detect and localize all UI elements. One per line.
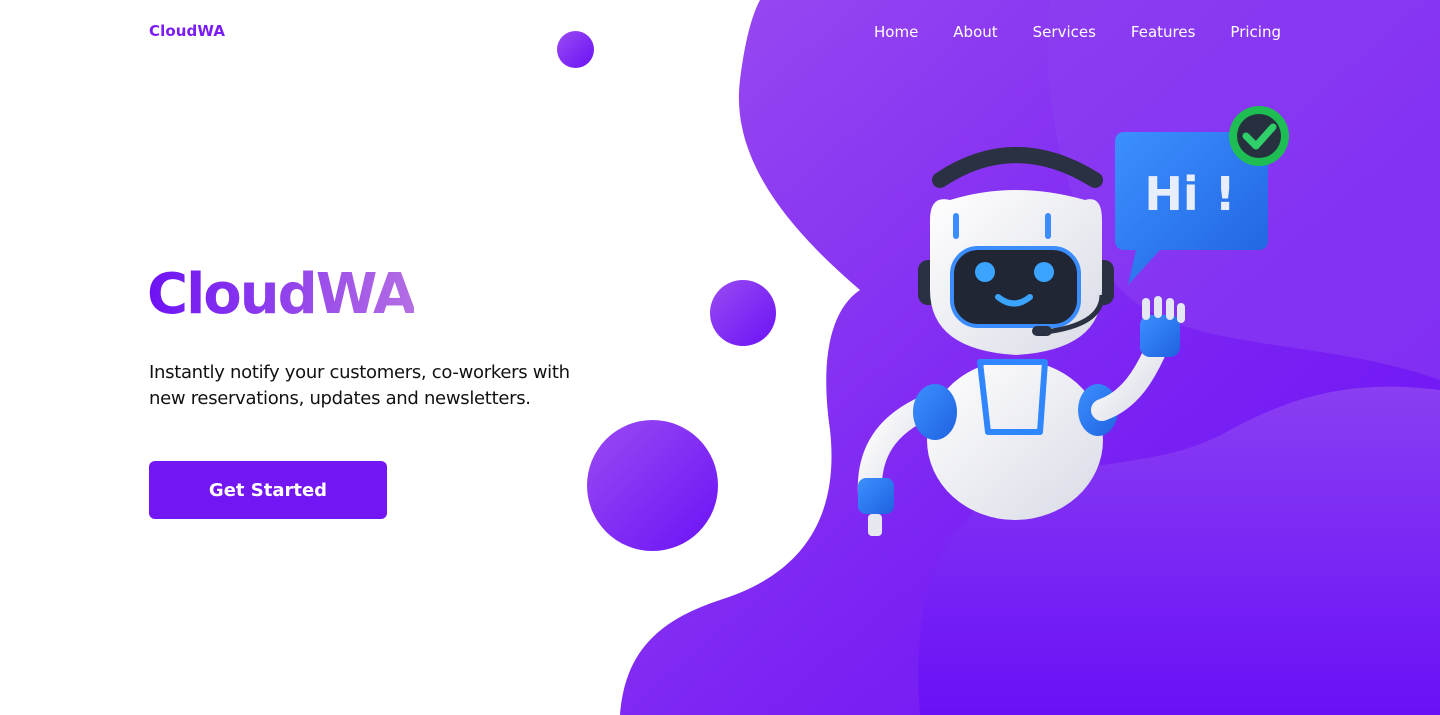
decor-circle-large <box>587 420 718 551</box>
main-nav: Home About Services Features Pricing <box>874 22 1281 42</box>
nav-features[interactable]: Features <box>1131 22 1196 42</box>
decor-circle-small <box>557 31 594 68</box>
nav-home[interactable]: Home <box>874 22 918 42</box>
nav-about[interactable]: About <box>953 22 997 42</box>
robot-right-arm <box>1091 296 1185 421</box>
check-badge-icon <box>1229 106 1289 166</box>
hero-subtitle: Instantly notify your customers, co-work… <box>149 362 570 409</box>
robot-body <box>913 359 1118 520</box>
get-started-button[interactable]: Get Started <box>149 461 387 519</box>
hero-title: CloudWA <box>147 262 416 327</box>
brand-logo[interactable]: CloudWA <box>149 22 225 40</box>
landing-page: CloudWA Home About Services Features Pri… <box>0 0 1440 715</box>
robot-left-arm <box>857 398 932 536</box>
robot-head <box>918 147 1114 355</box>
nav-pricing[interactable]: Pricing <box>1230 22 1281 42</box>
nav-services[interactable]: Services <box>1033 22 1096 42</box>
robot-illustration: Hi ! <box>857 106 1289 536</box>
decor-circle-medium <box>710 280 776 346</box>
bubble-text: Hi ! <box>1144 167 1235 221</box>
